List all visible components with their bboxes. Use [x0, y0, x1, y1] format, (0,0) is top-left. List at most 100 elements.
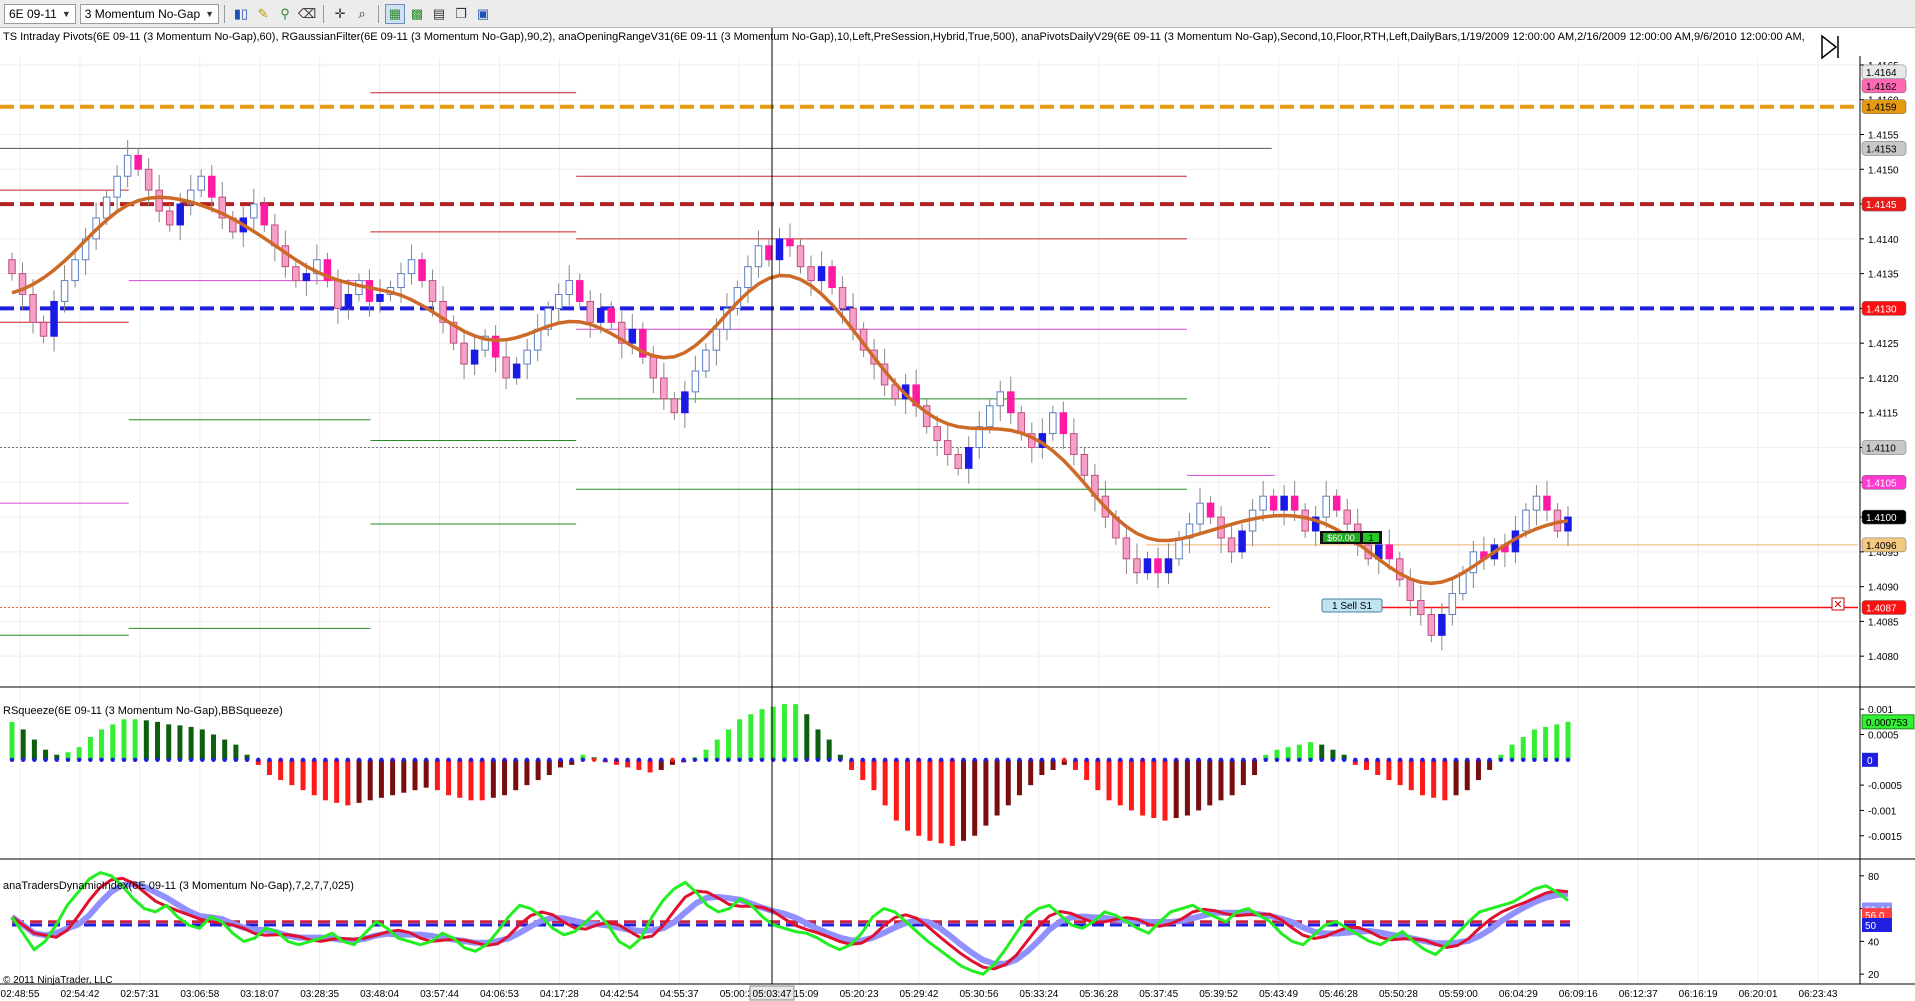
- instrument-selector[interactable]: 6E 09-11 ▼: [4, 3, 76, 24]
- sell-order-marker[interactable]: 1 Sell S1 ✕: [1321, 597, 1845, 613]
- chart-properties-button[interactable]: ▤: [429, 4, 449, 24]
- candle: [50, 290, 58, 352]
- chevron-down-icon: ▼: [61, 8, 71, 19]
- squeeze-dot: [1073, 757, 1078, 763]
- time-axis-label: 04:42:54: [600, 989, 639, 1000]
- squeeze-dot: [625, 757, 630, 763]
- pivot-lines: [0, 92, 1858, 636]
- candle: [1417, 585, 1425, 626]
- squeeze-bar: [860, 759, 866, 781]
- candle: [481, 329, 489, 358]
- candle: [754, 230, 763, 278]
- tdi-indicator-label: anaTradersDynamicIndex(6E 09-11 (3 Momen…: [3, 880, 354, 892]
- squeeze-bar: [266, 759, 272, 775]
- pin-tool-button[interactable]: ⚲: [275, 4, 295, 24]
- squeeze-dot: [1297, 757, 1302, 763]
- squeeze-dot: [994, 757, 1000, 763]
- squeeze-dot: [211, 757, 216, 763]
- squeeze-dot: [614, 757, 619, 763]
- squeeze-bar: [143, 720, 149, 760]
- candle: [1480, 536, 1488, 570]
- instrument-label: 6E 09-11: [9, 6, 57, 21]
- crosshair-button[interactable]: ✛: [330, 4, 350, 24]
- toolbar-divider: [224, 4, 226, 23]
- price-level-label: 1.4130: [1866, 304, 1897, 315]
- squeeze-bar: [1196, 759, 1202, 811]
- close-icon[interactable]: ✕: [1833, 599, 1842, 611]
- squeeze-bar: [378, 759, 384, 798]
- squeeze-dot: [1106, 757, 1112, 763]
- candle: [1070, 418, 1078, 466]
- candle: [134, 148, 142, 177]
- time-axis-label: 05:59:00: [1439, 989, 1478, 1000]
- time-axis-label: 04:17:28: [540, 989, 579, 1000]
- squeeze-dot: [703, 757, 709, 763]
- squeeze-dot: [938, 757, 944, 763]
- squeeze-dot: [1140, 757, 1145, 763]
- squeeze-dot: [222, 757, 227, 763]
- squeeze-dot: [1532, 757, 1537, 763]
- squeeze-last-value-label: 0.000753: [1866, 718, 1908, 729]
- squeeze-dot: [1330, 757, 1336, 763]
- squeeze-dot: [1218, 757, 1224, 763]
- strategies-button[interactable]: ▩: [407, 4, 427, 24]
- squeeze-dot: [882, 757, 888, 763]
- squeeze-dot: [1263, 757, 1268, 763]
- sell-order-label: 1 Sell S1: [1332, 601, 1372, 612]
- candle: [796, 238, 805, 274]
- squeeze-dot: [815, 757, 821, 763]
- price-axis-label: 1.4090: [1868, 583, 1899, 594]
- play-icon[interactable]: [1821, 34, 1839, 60]
- squeeze-bar: [278, 759, 284, 781]
- eraser-tool-button[interactable]: ⌫: [297, 4, 317, 24]
- squeeze-bar: [457, 759, 463, 798]
- candle: [649, 345, 658, 394]
- squeeze-dot: [1498, 757, 1504, 763]
- squeeze-bar: [334, 759, 340, 803]
- squeeze-bar: [1140, 759, 1146, 816]
- squeeze-bar: [1084, 759, 1090, 781]
- candle: [186, 174, 195, 216]
- copy-button[interactable]: ❐: [451, 4, 471, 24]
- squeeze-dot: [20, 757, 26, 763]
- strategy-icon: ▩: [410, 5, 424, 21]
- position-marker[interactable]: $60.00 1: [1320, 531, 1382, 544]
- squeeze-dot: [1308, 757, 1313, 763]
- zoom-button[interactable]: ⌕: [352, 4, 372, 24]
- candle: [912, 369, 920, 417]
- candle: [639, 322, 647, 365]
- squeeze-bar: [882, 759, 888, 806]
- candle: [775, 227, 784, 276]
- bar-type-selector[interactable]: 3 Momentum No-Gap ▼: [79, 3, 220, 24]
- candle: [1532, 485, 1541, 526]
- squeeze-dot: [961, 757, 966, 763]
- candle: [292, 259, 300, 288]
- indicators-button[interactable]: ▦: [385, 3, 406, 24]
- candle: [60, 265, 69, 313]
- squeeze-bar: [1106, 759, 1112, 801]
- candle: [323, 252, 332, 288]
- candle: [1038, 418, 1047, 459]
- squeeze-bar: [1252, 759, 1258, 775]
- chart-canvas[interactable]: 02:48:55 02:54:42 02:57:31 03:06:58 03:18:07…: [0, 28, 1915, 1001]
- data-box-button[interactable]: ▣: [473, 4, 493, 24]
- squeeze-bar: [927, 759, 933, 841]
- squeeze-dot: [905, 757, 910, 763]
- squeeze-bar: [177, 725, 183, 760]
- candle: [943, 425, 952, 466]
- candle: [1007, 376, 1015, 424]
- squeeze-bar: [367, 759, 373, 801]
- squeeze-axis-label: -0.001: [1868, 806, 1897, 817]
- price-axis-label: 1.4125: [1868, 339, 1899, 350]
- data-box-icon: ▣: [476, 5, 490, 21]
- squeeze-bar: [1218, 759, 1224, 801]
- squeeze-bar: [994, 759, 1000, 816]
- squeeze-dot: [1386, 757, 1392, 763]
- squeeze-dot: [423, 757, 429, 763]
- squeeze-bar: [770, 706, 776, 760]
- bar-style-button[interactable]: ▮▯: [231, 4, 251, 24]
- draw-tool-button[interactable]: ✎: [253, 4, 273, 24]
- squeeze-dot: [659, 757, 664, 763]
- squeeze-bar: [961, 759, 967, 841]
- squeeze-dot: [916, 757, 921, 763]
